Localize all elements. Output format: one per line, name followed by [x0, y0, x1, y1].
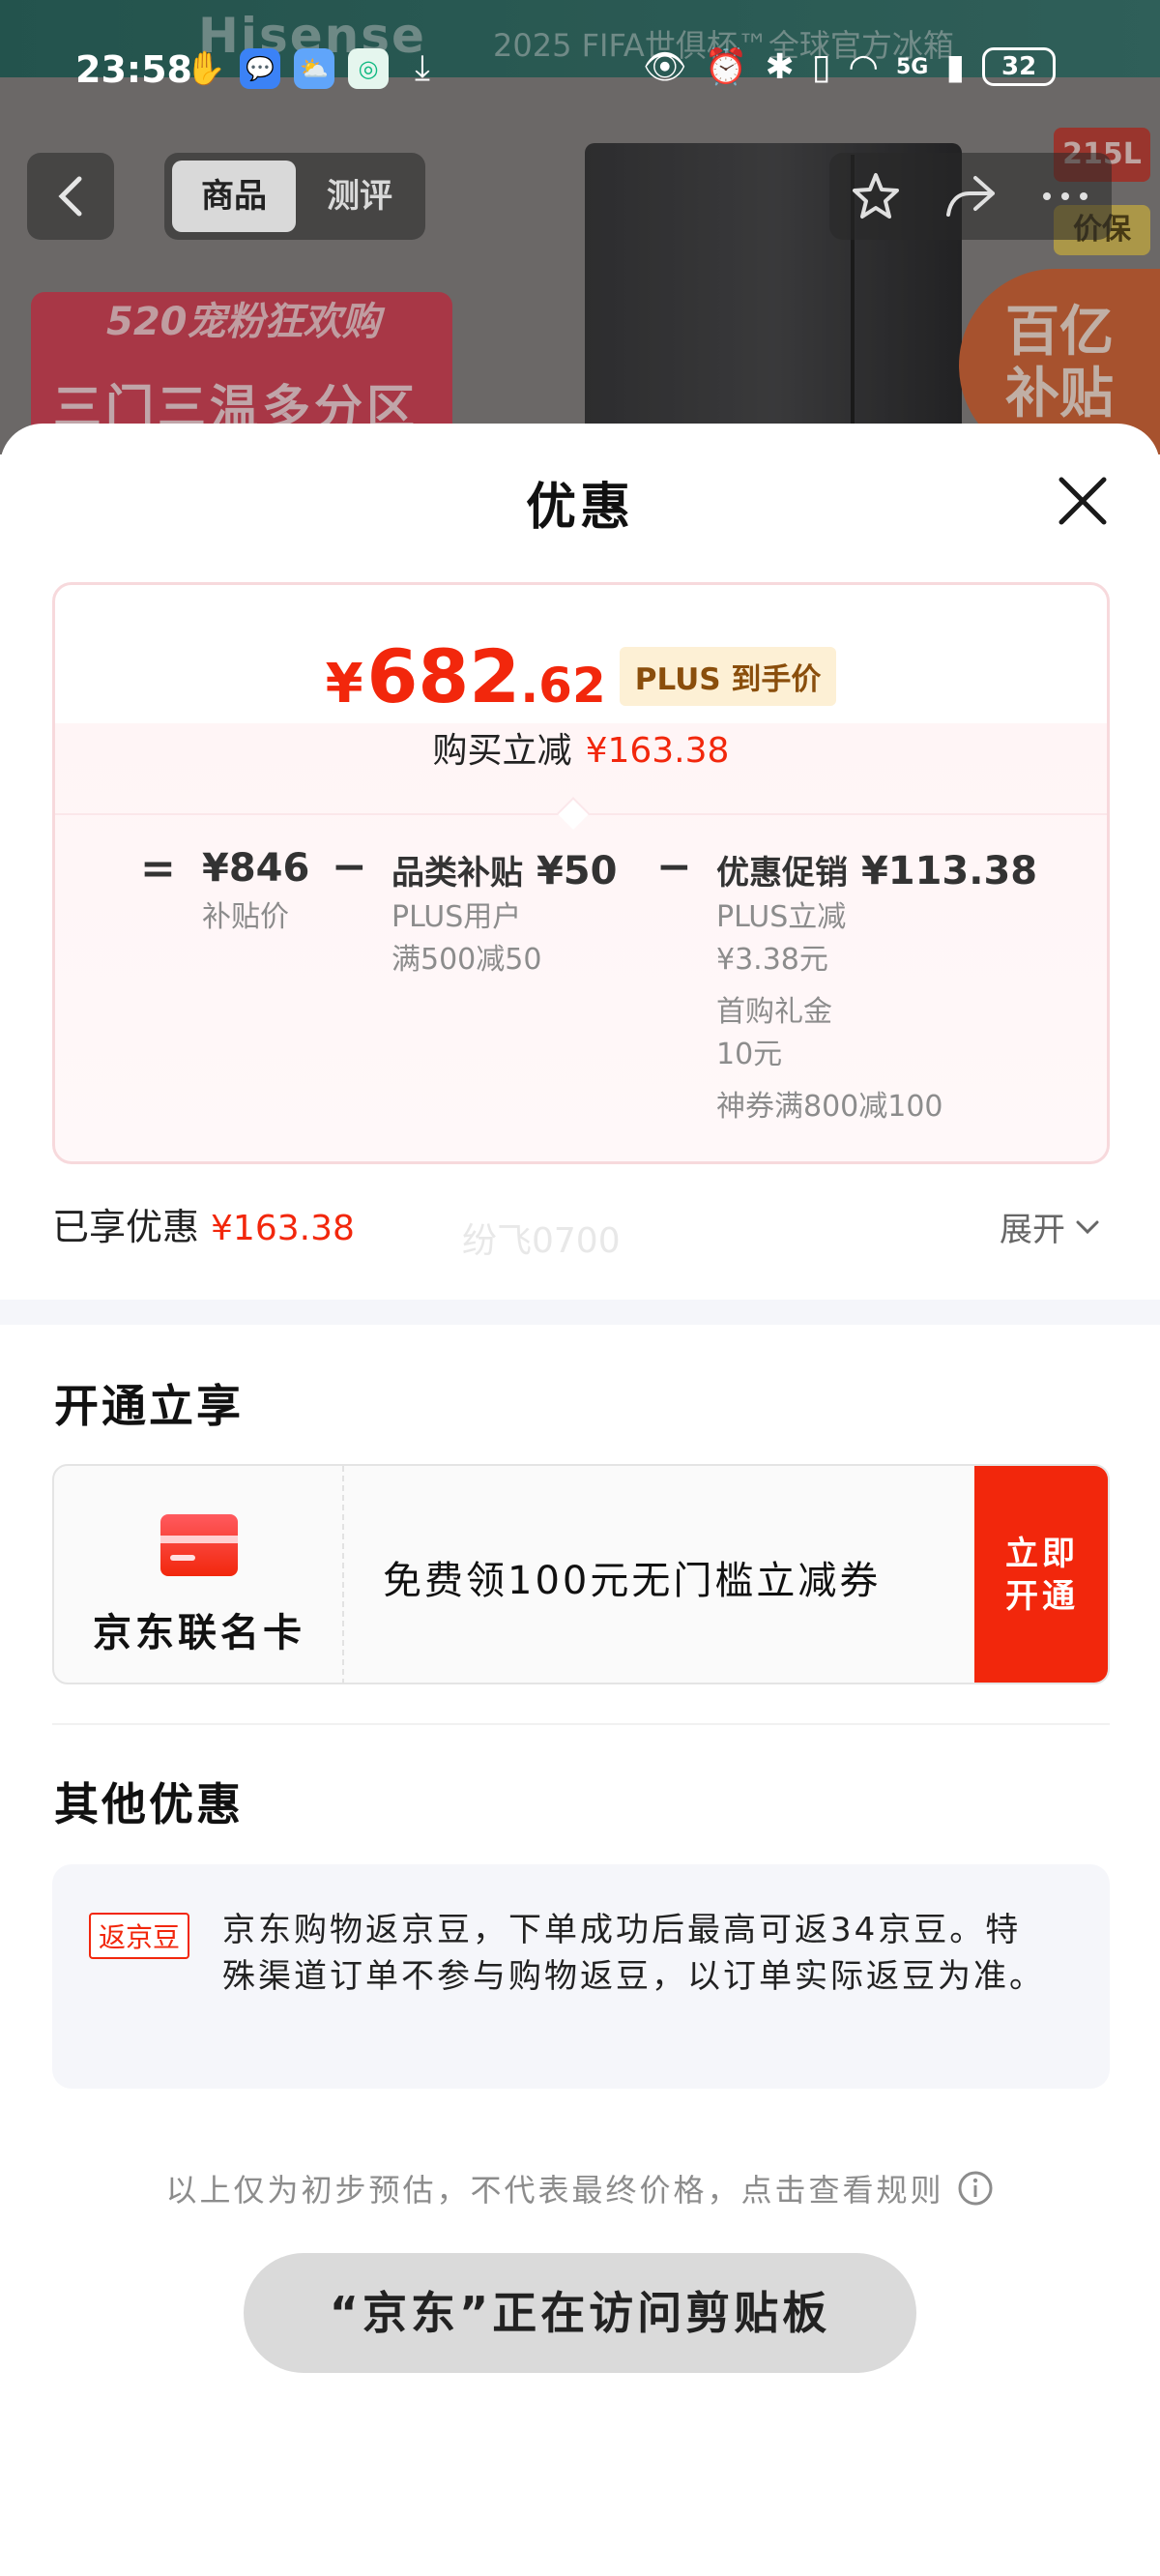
sheet-title: 优惠 [525, 479, 634, 537]
star-icon[interactable] [850, 170, 902, 222]
enjoyed-discount: 已享优惠 ¥163.38 [52, 1197, 355, 1250]
equals-sign: = [140, 844, 176, 893]
subsidy-sub2: 满500减50 [392, 943, 542, 977]
promo-sub2: ¥3.38元 [716, 943, 828, 977]
base-amount: ¥846 [202, 846, 310, 891]
expand-button[interactable]: 展开 [1000, 1203, 1100, 1250]
tab-product[interactable]: 商品 [172, 161, 296, 232]
info-icon [958, 2171, 992, 2206]
disclaimer-text: 以上仅为初步预估，不代表最终价格，点击查看规则 [165, 2172, 944, 2209]
price-decimal: .62 [520, 658, 606, 714]
network-type: 5G [895, 54, 929, 79]
watermark: 纷飞0700 [462, 1221, 621, 1261]
nav-actions [829, 153, 1112, 240]
discount-bottom-sheet: 优惠 ¥ 682 .62 PLUS 到手价 购买立减 ¥163.38 = ¥846… [0, 424, 1160, 2576]
reduce-label: 购买立减 [432, 731, 572, 771]
status-time: 23:58 [75, 48, 192, 91]
download-icon: ⤓ [415, 48, 430, 88]
status-bar: 23:58 ✋ 💬 ⛅ ◎ ⤓ 👁 ⏰ ✱ ▯ ◠ 5G ▮ 32 [0, 39, 1160, 106]
jd-bean-badge: 返京豆 [89, 1913, 190, 1959]
expand-label: 展开 [1000, 1211, 1065, 1249]
price-currency: ¥ [325, 653, 363, 716]
reduce-summary: 购买立减 ¥163.38 [55, 722, 1107, 773]
promo-label: 优惠促销 [716, 854, 848, 893]
notification-icons: ✋ 💬 ⛅ ◎ ⤓ [186, 48, 443, 89]
wifi-icon: ◠ [848, 46, 879, 87]
price-card: ¥ 682 .62 PLUS 到手价 购买立减 ¥163.38 = ¥846 补贴… [52, 582, 1110, 1164]
minus-sign-2: − [656, 842, 692, 892]
weather-app-icon: ⛅ [294, 48, 334, 89]
plus-price-badge: PLUS 到手价 [619, 647, 837, 706]
nav-tabs: 商品 测评 [164, 153, 425, 240]
chevron-left-icon [58, 176, 82, 217]
enjoyed-label: 已享优惠 [52, 1206, 200, 1248]
jd-bean-text: 京东购物返京豆，下单成功后最高可返34京豆。特殊渠道订单不参与购物返豆，以订单实… [222, 1911, 1045, 1996]
card-info: 京东联名卡 [54, 1466, 344, 1683]
enjoyed-amount: ¥163.38 [211, 1209, 355, 1248]
open-section-title: 开通立享 [54, 1380, 244, 1432]
vibrate-icon: ▯ [811, 46, 831, 87]
mobile-app-icon: ◎ [348, 48, 389, 89]
eye-icon: 👁 [643, 47, 687, 87]
section-separator [0, 1300, 1160, 1325]
card-notch [557, 797, 590, 830]
message-app-icon: 💬 [240, 48, 280, 89]
battery-indicator: 32 [982, 47, 1057, 86]
system-status-icons: 👁 ⏰ ✱ ▯ ◠ 5G ▮ 32 [643, 46, 1057, 87]
promo-sub3: 首购礼金 [716, 995, 832, 1029]
promo-sub5: 神券满800减100 [716, 1090, 943, 1124]
subsidy-sub1: PLUS用户 [392, 900, 522, 934]
signal-icon: ▮ [945, 46, 966, 87]
card-offer-desc: 免费领100元无门槛立减券 [383, 1559, 882, 1603]
more-icon[interactable] [1039, 187, 1091, 206]
credit-card-icon [160, 1514, 238, 1576]
bluetooth-icon: ✱ [765, 46, 795, 87]
close-icon[interactable] [1052, 470, 1114, 532]
reduce-amount: ¥163.38 [585, 731, 730, 771]
base-label: 补贴价 [202, 900, 289, 934]
price-integer: 682 [366, 633, 521, 719]
co-brand-card-offer[interactable]: 京东联名卡 免费领100元无门槛立减券 立即开通 [52, 1464, 1110, 1684]
open-card-button[interactable]: 立即开通 [974, 1466, 1108, 1683]
jd-bean-offer: 返京豆 京东购物返京豆，下单成功后最高可返34京豆。特殊渠道订单不参与购物返豆，… [52, 1864, 1110, 2089]
divider [52, 1723, 1110, 1725]
subsidy-line: 品类补贴 ¥50 [392, 846, 617, 893]
promo-sub1: PLUS立减 [716, 900, 847, 934]
clipboard-toast: “京东”正在访问剪贴板 [244, 2253, 916, 2373]
tab-review[interactable]: 测评 [298, 161, 421, 232]
chevron-down-icon [1076, 1220, 1099, 1234]
subsidy-label: 品类补贴 [392, 854, 523, 893]
share-icon[interactable] [942, 170, 999, 222]
final-price: ¥ 682 .62 PLUS 到手价 [55, 633, 1107, 719]
promo-amount: ¥113.38 [860, 849, 1038, 893]
hand-icon: ✋ [185, 49, 227, 88]
card-name: 京东联名卡 [93, 1611, 305, 1655]
back-button[interactable] [27, 153, 114, 240]
minus-sign-1: − [332, 842, 367, 892]
promo-line: 优惠促销 ¥113.38 [716, 846, 1037, 893]
subsidy-amount: ¥50 [536, 849, 618, 893]
promo-sub4: 10元 [716, 1038, 783, 1071]
alarm-icon: ⏰ [704, 47, 748, 87]
rules-link[interactable]: 以上仅为初步预估，不代表最终价格，点击查看规则 [0, 2166, 1160, 2210]
other-section-title: 其他优惠 [54, 1778, 244, 1830]
